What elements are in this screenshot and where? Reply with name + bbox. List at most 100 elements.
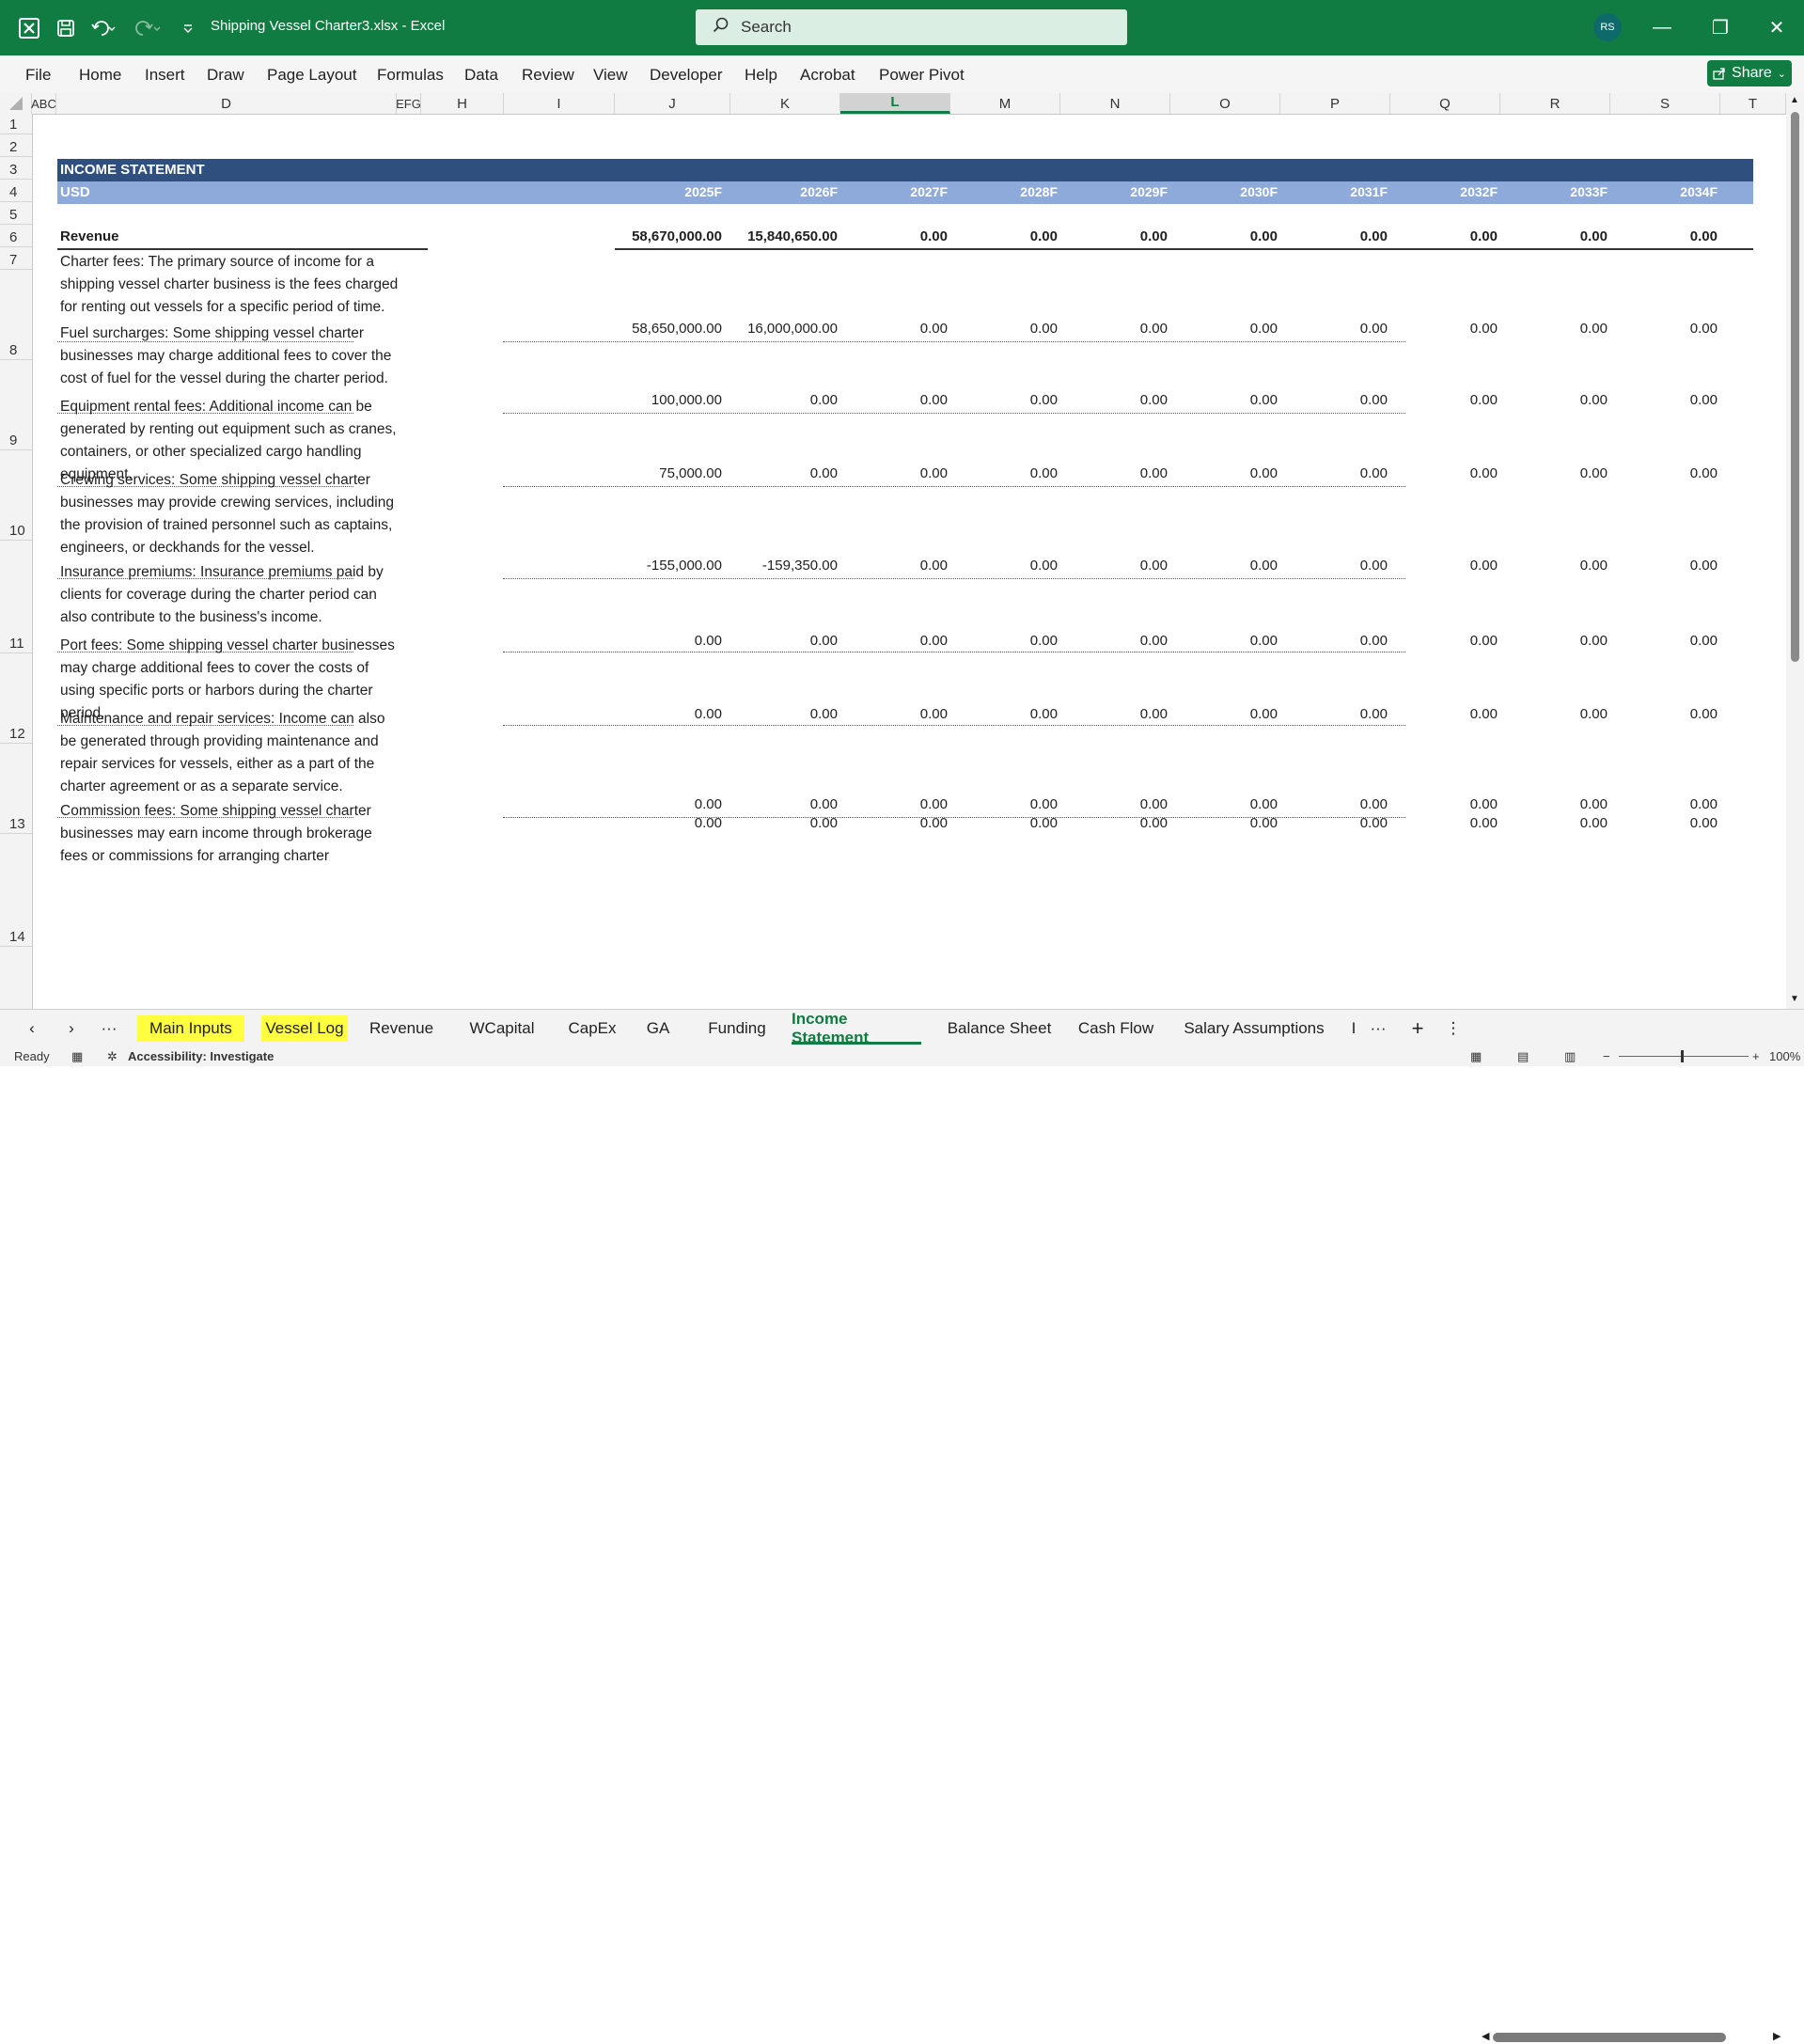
column-header[interactable]: Q <box>1390 93 1500 114</box>
sheet-tab[interactable]: Cash Flow <box>1074 1015 1158 1042</box>
worksheet-grid[interactable]: INCOME STATEMENT USD 2025F 2026F 2027F 2028… <box>33 114 1786 1009</box>
redo-icon[interactable] <box>132 0 165 55</box>
column-header[interactable]: M <box>950 93 1060 114</box>
line-item-value[interactable]: 0.00 <box>844 815 948 831</box>
row-number[interactable]: 6 <box>0 229 32 245</box>
zoom-level[interactable]: 100% <box>1769 1049 1800 1063</box>
line-item-value[interactable]: 0.00 <box>954 321 1058 337</box>
menu-home[interactable]: Home <box>79 66 121 85</box>
search-box[interactable]: Search <box>696 9 1127 45</box>
line-item-value[interactable]: 0.00 <box>1174 796 1278 812</box>
line-item-value[interactable]: 0.00 <box>1614 633 1718 649</box>
row-number[interactable]: 8 <box>0 342 32 358</box>
line-item-value[interactable]: 58,650,000.00 <box>619 321 722 337</box>
line-item-value[interactable]: 0.00 <box>844 465 948 481</box>
line-item-value[interactable]: 0.00 <box>844 706 948 722</box>
scroll-down-icon[interactable]: ▼ <box>1790 994 1799 1004</box>
column-header-selected[interactable]: L <box>840 93 950 114</box>
menu-data[interactable]: Data <box>464 66 498 85</box>
revenue-value[interactable]: 0.00 <box>954 228 1058 244</box>
line-item-value[interactable]: 0.00 <box>619 633 722 649</box>
year-header[interactable]: 2033F <box>1504 184 1608 199</box>
line-item-value[interactable]: 0.00 <box>619 796 722 812</box>
sheet-tab[interactable]: Salary Assumptions <box>1171 1015 1337 1042</box>
line-item-value[interactable]: 0.00 <box>1064 796 1168 812</box>
line-item-value[interactable]: 0.00 <box>844 796 948 812</box>
menu-view[interactable]: View <box>593 66 628 85</box>
line-item-value[interactable]: 0.00 <box>1394 633 1498 649</box>
line-item-value[interactable]: 0.00 <box>1614 392 1718 408</box>
row-number[interactable]: 7 <box>0 252 32 268</box>
scroll-right-icon[interactable]: ▶ <box>1773 2030 1780 2042</box>
line-item-value[interactable]: 0.00 <box>954 706 1058 722</box>
year-header[interactable]: 2028F <box>954 184 1058 199</box>
menu-insert[interactable]: Insert <box>145 66 185 85</box>
revenue-value[interactable]: 0.00 <box>1614 228 1718 244</box>
line-item-value[interactable]: 0.00 <box>1614 321 1718 337</box>
sheet-tab[interactable]: GA <box>637 1015 679 1042</box>
zoom-slider-thumb[interactable] <box>1681 1050 1684 1062</box>
line-item-value[interactable]: 0.00 <box>1394 465 1498 481</box>
vertical-scrollbar[interactable]: ▲ ▼ <box>1786 93 1804 1009</box>
line-item-value[interactable]: 0.00 <box>954 392 1058 408</box>
sheet-tab[interactable]: Income Statement <box>792 1010 921 1046</box>
minimize-button[interactable]: — <box>1634 0 1690 55</box>
line-item-value[interactable]: 0.00 <box>1174 465 1278 481</box>
line-item-value[interactable]: 0.00 <box>619 706 722 722</box>
line-item-value[interactable]: -155,000.00 <box>619 558 722 574</box>
line-item-value[interactable]: 0.00 <box>1174 321 1278 337</box>
line-item-value[interactable]: 0.00 <box>1394 392 1498 408</box>
row-number[interactable]: 2 <box>0 139 32 155</box>
sheet-tab[interactable]: Funding <box>692 1015 782 1042</box>
close-button[interactable]: ✕ <box>1749 0 1804 55</box>
line-item-description[interactable]: Fuel surcharges: Some shipping vessel ch… <box>60 322 399 390</box>
sheet-tab[interactable]: Revenue <box>361 1015 442 1042</box>
line-item-value[interactable]: 0.00 <box>1504 321 1608 337</box>
line-item-value[interactable]: 0.00 <box>1284 321 1388 337</box>
line-item-value[interactable]: 0.00 <box>1064 558 1168 574</box>
line-item-value[interactable]: 0.00 <box>1174 815 1278 831</box>
accessibility-icon[interactable]: ✲ <box>107 1049 118 1064</box>
line-item-value[interactable]: 0.00 <box>1394 321 1498 337</box>
year-header[interactable]: 2027F <box>844 184 948 199</box>
column-header[interactable]: P <box>1280 93 1390 114</box>
select-all-corner[interactable] <box>0 93 32 114</box>
row-number[interactable]: 5 <box>0 207 32 223</box>
menu-developer[interactable]: Developer <box>650 66 723 85</box>
column-header[interactable]: I <box>504 93 615 114</box>
line-item-value[interactable]: 0.00 <box>1174 633 1278 649</box>
restore-button[interactable]: ❐ <box>1692 0 1749 55</box>
line-item-value[interactable]: 0.00 <box>1284 465 1388 481</box>
scroll-left-icon[interactable]: ◀ <box>1482 2030 1489 2042</box>
column-header[interactable]: EFG <box>396 93 421 114</box>
add-sheet-icon[interactable]: + <box>1404 1015 1431 1042</box>
line-item-value[interactable]: 0.00 <box>1504 465 1608 481</box>
sheet-tab[interactable]: Vessel Log <box>261 1015 348 1042</box>
customize-qat-icon[interactable] <box>179 0 197 55</box>
scroll-up-icon[interactable]: ▲ <box>1790 95 1799 105</box>
more-sheets-icon[interactable]: ··· <box>98 1015 120 1042</box>
line-item-value[interactable]: 0.00 <box>1284 392 1388 408</box>
line-item-value[interactable]: 0.00 <box>1174 558 1278 574</box>
line-item-value[interactable]: 0.00 <box>734 633 838 649</box>
menu-file[interactable]: File <box>25 66 51 85</box>
line-item-value[interactable]: 0.00 <box>1284 633 1388 649</box>
revenue-value[interactable]: 15,840,650.00 <box>734 228 838 244</box>
next-sheet-icon[interactable]: › <box>60 1015 83 1042</box>
row-number[interactable]: 9 <box>0 432 32 448</box>
line-item-value[interactable]: 0.00 <box>1284 706 1388 722</box>
line-item-value[interactable]: 0.00 <box>1614 706 1718 722</box>
row-number[interactable]: 4 <box>0 184 32 200</box>
options-icon[interactable]: ⋮ <box>1444 1015 1463 1042</box>
year-header[interactable]: 2030F <box>1174 184 1278 199</box>
line-item-value[interactable]: 0.00 <box>1174 706 1278 722</box>
revenue-value[interactable]: 0.00 <box>844 228 948 244</box>
line-item-value[interactable]: 0.00 <box>1394 796 1498 812</box>
row-number[interactable]: 11 <box>0 636 32 652</box>
year-header[interactable]: 2026F <box>734 184 838 199</box>
column-header[interactable]: O <box>1170 93 1280 114</box>
sheet-tab[interactable]: CapEx <box>560 1015 624 1042</box>
line-item-value[interactable]: 0.00 <box>1284 815 1388 831</box>
line-item-value[interactable]: 0.00 <box>954 815 1058 831</box>
line-item-value[interactable]: 0.00 <box>1394 815 1498 831</box>
